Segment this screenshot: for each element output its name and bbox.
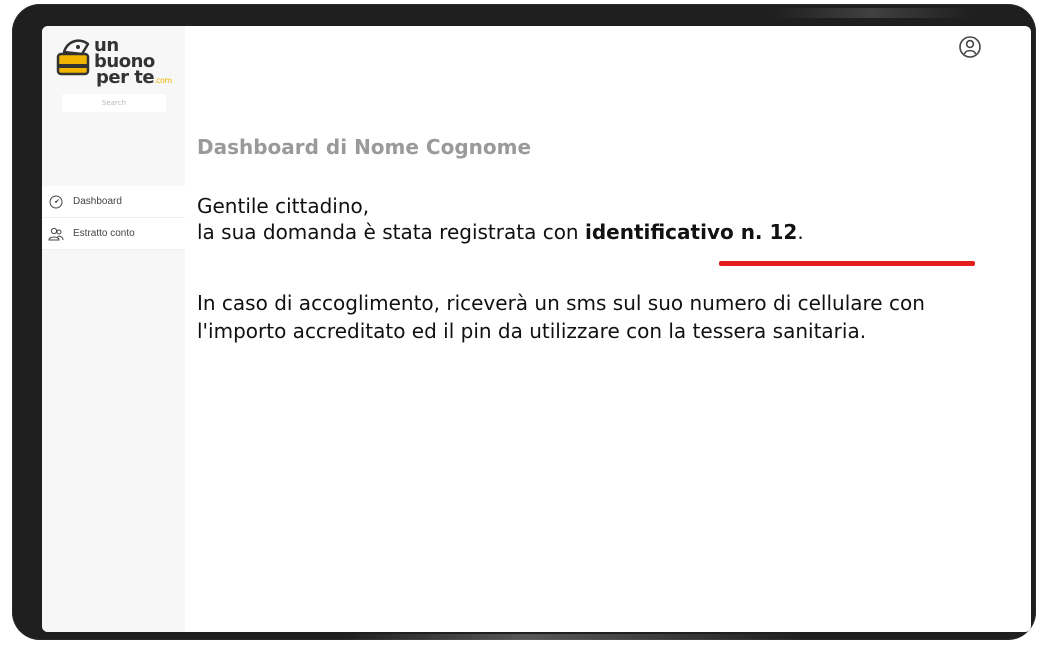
brand-domain: .com — [154, 76, 172, 85]
device-frame: un buono per te.com Search Dashboard Est… — [12, 4, 1036, 644]
brand-logo[interactable]: un buono per te.com — [54, 34, 179, 87]
sidebar-item-estratto-conto[interactable]: Estratto conto — [42, 218, 185, 250]
registration-prefix: la sua domanda è stata registrata con — [197, 220, 585, 244]
sidebar-nav: Dashboard Estratto conto — [42, 186, 185, 250]
sidebar-item-label: Estratto conto — [73, 228, 135, 239]
brand-line-2-text: per te — [96, 67, 155, 88]
sidebar: un buono per te.com Search Dashboard Est… — [42, 26, 185, 632]
app-screen: un buono per te.com Search Dashboard Est… — [42, 26, 1031, 632]
sidebar-search-input[interactable]: Search — [62, 94, 166, 112]
sidebar-item-dashboard[interactable]: Dashboard — [42, 186, 185, 218]
greeting-text: Gentile cittadino, — [197, 194, 370, 218]
wallet-logo-icon — [56, 39, 90, 76]
sidebar-item-label: Dashboard — [73, 196, 122, 207]
page-title: Dashboard di Nome Cognome — [197, 135, 532, 159]
brand-wordmark: un buono per te.com — [94, 37, 179, 89]
gauge-icon — [47, 193, 65, 211]
application-identifier: identificativo n. 12 — [584, 220, 798, 244]
bezel-shine — [342, 634, 802, 644]
brand-line-2: per te.com — [96, 67, 179, 89]
registration-suffix: . — [797, 220, 804, 244]
info-paragraph: In caso di accoglimento, riceverà un sms… — [197, 291, 925, 343]
bezel-shine — [772, 8, 972, 18]
registration-message: Gentile cittadino, la sua domanda è stat… — [197, 193, 997, 245]
people-icon — [47, 225, 65, 243]
user-circle-icon — [959, 36, 981, 58]
registration-text: la sua domanda è stata registrata con id… — [197, 219, 997, 245]
identifier-highlight-underline — [719, 261, 975, 266]
user-menu-button[interactable] — [957, 34, 983, 60]
